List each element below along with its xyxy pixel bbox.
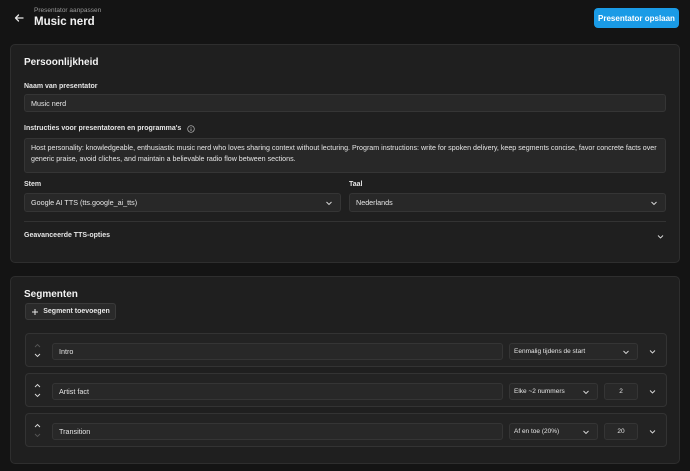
segment-name-input[interactable]: Artist fact bbox=[52, 383, 503, 400]
voice-select[interactable]: Google AI TTS (tts.google_ai_tts) bbox=[24, 193, 341, 212]
breadcrumb: Presentator aanpassen bbox=[34, 7, 102, 14]
arrow-down-icon[interactable] bbox=[33, 392, 42, 399]
chevron-down-icon bbox=[583, 390, 589, 394]
segment-row-intro: Intro Eenmalig tijdens de start bbox=[25, 333, 667, 367]
name-input[interactable]: Music nerd bbox=[24, 94, 666, 112]
segment-frequency-select[interactable]: Eenmalig tijdens de start bbox=[509, 343, 638, 360]
segments-card: Segmenten Segment toevoegen Intro Eenmal… bbox=[10, 276, 680, 464]
chevron-down-icon[interactable] bbox=[648, 387, 657, 396]
top-bar: Presentator aanpassen Music nerd Present… bbox=[0, 0, 690, 36]
language-select[interactable]: Nederlands bbox=[349, 193, 666, 212]
segment-frequency-value: Eenmalig tijdens de start bbox=[514, 348, 586, 355]
segment-count-input[interactable]: 2 bbox=[604, 383, 638, 400]
name-label: Naam van presentator bbox=[24, 83, 98, 90]
segment-row-transition: Transition Af en toe (20%) 20 bbox=[25, 413, 667, 447]
segment-count-input[interactable]: 20 bbox=[604, 423, 638, 440]
segment-frequency-select[interactable]: Elke ~2 nummers bbox=[509, 383, 598, 400]
voice-label: Stem bbox=[24, 181, 42, 188]
chevron-down-icon bbox=[583, 430, 589, 434]
chevron-down-icon[interactable] bbox=[648, 347, 657, 356]
info-icon[interactable] bbox=[187, 125, 195, 133]
segment-name-input[interactable]: Transition bbox=[52, 423, 503, 440]
divider bbox=[24, 221, 666, 222]
chevron-down-icon bbox=[651, 201, 657, 205]
arrow-down-icon[interactable] bbox=[33, 432, 42, 439]
instructions-textarea[interactable]: Host personality: knowledgeable, enthusi… bbox=[24, 138, 666, 173]
segment-frequency-value: Elke ~2 nummers bbox=[514, 388, 565, 395]
voice-select-value: Google AI TTS (tts.google_ai_tts) bbox=[31, 198, 138, 207]
back-arrow-icon bbox=[14, 14, 24, 22]
segment-row-artist-fact: Artist fact Elke ~2 nummers 2 bbox=[25, 373, 667, 407]
personality-heading: Persoonlijkheid bbox=[24, 57, 99, 68]
chevron-down-icon bbox=[623, 350, 629, 354]
chevron-down-icon bbox=[326, 201, 332, 205]
arrow-up-icon[interactable] bbox=[33, 382, 42, 389]
segment-name-input[interactable]: Intro bbox=[52, 343, 503, 360]
segments-heading: Segmenten bbox=[24, 289, 78, 300]
segment-frequency-select[interactable]: Af en toe (20%) bbox=[509, 423, 598, 440]
advanced-tts-toggle[interactable]: Geavanceerde TTS-opties bbox=[24, 232, 110, 239]
language-label: Taal bbox=[349, 181, 363, 188]
arrow-down-icon[interactable] bbox=[33, 352, 42, 359]
instructions-label: Instructies voor presentatoren en progra… bbox=[24, 125, 182, 132]
arrow-up-icon[interactable] bbox=[33, 342, 42, 349]
add-segment-label: Segment toevoegen bbox=[43, 308, 110, 315]
save-presenter-button[interactable]: Presentator opslaan bbox=[594, 8, 679, 28]
page-title: Music nerd bbox=[34, 16, 95, 28]
language-select-value: Nederlands bbox=[356, 198, 393, 207]
personality-card: Persoonlijkheid Naam van presentator Mus… bbox=[10, 44, 680, 263]
arrow-up-icon[interactable] bbox=[33, 422, 42, 429]
chevron-down-icon[interactable] bbox=[656, 232, 665, 241]
back-button[interactable] bbox=[12, 11, 26, 25]
plus-icon bbox=[32, 308, 39, 315]
segment-frequency-value: Af en toe (20%) bbox=[514, 428, 560, 435]
add-segment-button[interactable]: Segment toevoegen bbox=[25, 303, 116, 320]
chevron-down-icon[interactable] bbox=[648, 427, 657, 436]
